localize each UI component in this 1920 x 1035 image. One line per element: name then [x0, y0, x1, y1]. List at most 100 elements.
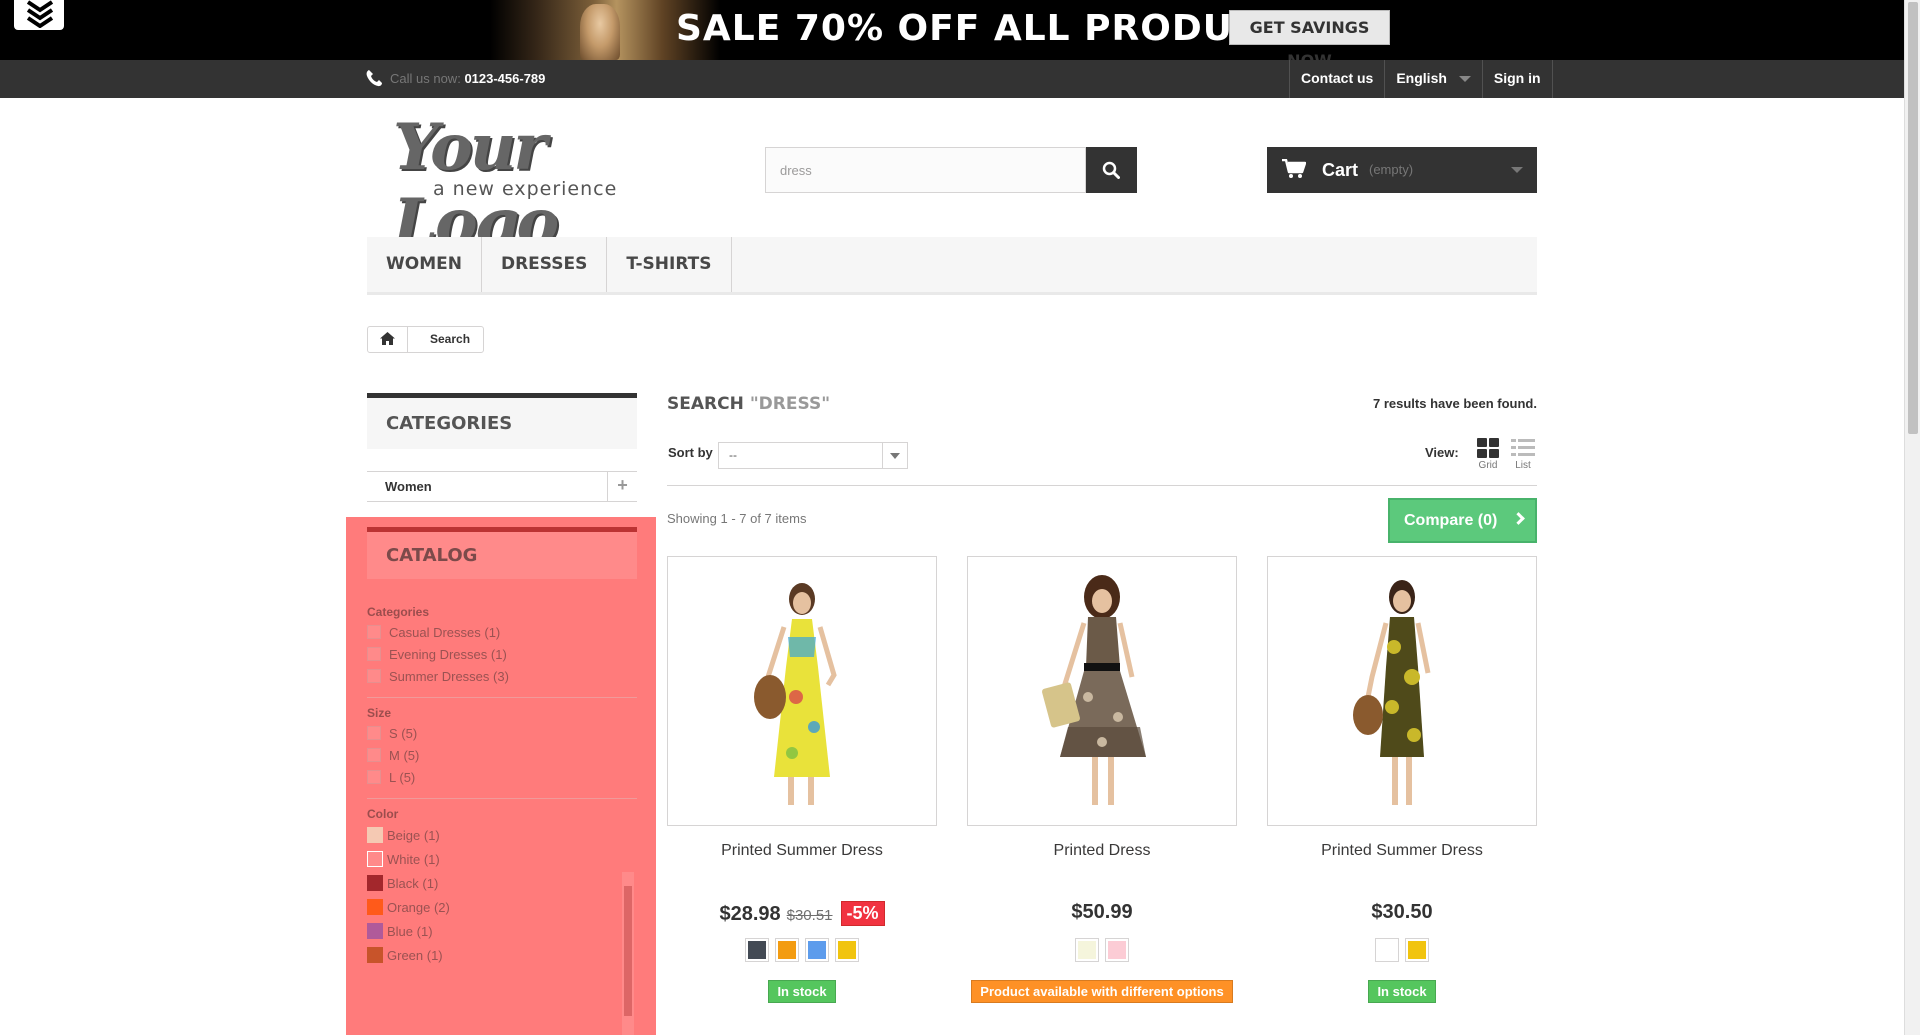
color-swatch[interactable]: [1075, 938, 1099, 962]
product-card[interactable]: Printed Dress $50.99 Product available w…: [967, 556, 1237, 1003]
breadcrumb-home[interactable]: [368, 327, 408, 352]
filter-group-size: Size: [367, 706, 392, 720]
color-swatch[interactable]: [367, 827, 383, 843]
color-swatch[interactable]: [367, 923, 383, 939]
filter-color-beige[interactable]: Beige (1): [367, 826, 440, 846]
sort-select[interactable]: --: [718, 442, 908, 469]
product-image[interactable]: [1267, 556, 1537, 826]
filter-size-l[interactable]: L (5): [367, 768, 415, 788]
product-card[interactable]: Printed Summer Dress $28.98 $30.51 -5% In …: [667, 556, 937, 1003]
swatch-fill: [1108, 941, 1126, 959]
layers-icon: [27, 0, 53, 28]
color-swatch[interactable]: [775, 938, 799, 962]
language-selector[interactable]: English: [1384, 60, 1482, 98]
page-heading: Search "dress": [667, 394, 830, 414]
layers-widget[interactable]: [14, 0, 64, 30]
results-count: 7 results have been found.: [1373, 396, 1537, 411]
filter-color-green[interactable]: Green (1): [367, 946, 443, 966]
checkbox[interactable]: [367, 625, 381, 639]
filter-size-m[interactable]: M (5): [367, 746, 419, 766]
filter-color-black[interactable]: Black (1): [367, 874, 438, 894]
cart-status: (empty): [1369, 162, 1414, 177]
color-swatch[interactable]: [1375, 938, 1399, 962]
page-scrollbar[interactable]: [1904, 0, 1920, 1035]
checkbox[interactable]: [367, 770, 381, 784]
dress-model-image: [1353, 580, 1431, 805]
scrollbar-thumb[interactable]: [624, 886, 632, 1016]
menu-item-women[interactable]: Women: [367, 237, 482, 292]
color-swatch[interactable]: [835, 938, 859, 962]
view-list-button[interactable]: List: [1509, 438, 1537, 471]
get-savings-button[interactable]: GET SAVINGS NOW: [1229, 10, 1390, 60]
availability-badge: Product available with different options: [971, 980, 1233, 1003]
menu-item-dresses[interactable]: Dresses: [482, 237, 608, 292]
swatch-fill: [808, 941, 826, 959]
catalog-filters: Catalog Categories Casual Dresses (1) Ev…: [346, 517, 656, 1035]
dress-model-image: [1042, 575, 1146, 805]
product-color-swatches: [1267, 938, 1537, 962]
checkbox[interactable]: [367, 726, 381, 740]
expand-plus-icon[interactable]: +: [607, 472, 637, 501]
filter-evening-dresses[interactable]: Evening Dresses (1): [367, 645, 507, 665]
product-image[interactable]: [967, 556, 1237, 826]
product-price: $50.99: [1071, 901, 1133, 923]
product-name[interactable]: Printed Summer Dress: [1267, 842, 1537, 860]
product-image[interactable]: [667, 556, 937, 826]
filter-group-categories: Categories: [367, 605, 430, 619]
color-swatch[interactable]: [367, 899, 383, 915]
list-icon: [1511, 439, 1535, 456]
color-swatch[interactable]: [745, 938, 769, 962]
product-price-row: $28.98 $30.51 -5%: [667, 901, 937, 926]
promo-banner[interactable]: SALE 70% OFF ALL PRODUCTS GET SAVINGS NO…: [0, 0, 1904, 60]
color-swatch[interactable]: [367, 875, 383, 891]
banner-model-face: [580, 4, 620, 60]
filter-color-orange[interactable]: Orange (2): [367, 898, 450, 918]
search-button[interactable]: [1086, 147, 1137, 193]
availability: In stock: [1267, 980, 1537, 1003]
site-logo[interactable]: Your Logo a new experience: [388, 110, 678, 260]
search-query: "dress": [749, 394, 831, 414]
color-swatch[interactable]: [367, 851, 383, 867]
checkbox[interactable]: [367, 647, 381, 661]
catalog-title: Catalog: [367, 527, 637, 579]
color-swatch[interactable]: [1105, 938, 1129, 962]
heading-label: Search: [667, 394, 744, 414]
chevron-right-icon: [1512, 512, 1525, 525]
contact-us-link[interactable]: Contact us: [1289, 60, 1384, 98]
color-swatch[interactable]: [367, 947, 383, 963]
color-list-scrollbar[interactable]: [622, 872, 634, 1035]
product-old-price: $30.51: [786, 907, 833, 924]
filter-color-blue[interactable]: Blue (1): [367, 922, 433, 942]
product-name[interactable]: Printed Dress: [967, 842, 1237, 860]
product-price: $28.98: [719, 903, 781, 925]
language-label: English: [1396, 70, 1447, 86]
filter-casual-dresses[interactable]: Casual Dresses (1): [367, 623, 500, 643]
product-name[interactable]: Printed Summer Dress: [667, 842, 937, 860]
filter-summer-dresses[interactable]: Summer Dresses (3): [367, 667, 509, 687]
menu-item-tshirts[interactable]: T-shirts: [607, 237, 732, 292]
filter-size-s[interactable]: S (5): [367, 724, 417, 744]
category-label: Women: [385, 479, 432, 494]
header-links: Contact us English Sign in: [1289, 60, 1553, 98]
product-card[interactable]: Printed Summer Dress $30.50 In stock: [1267, 556, 1537, 1003]
call-us-label: Call us now:: [390, 71, 461, 86]
sign-in-link[interactable]: Sign in: [1481, 60, 1553, 98]
filter-label: S (5): [389, 726, 418, 741]
view-label: View:: [1425, 445, 1459, 460]
view-grid-button[interactable]: Grid: [1474, 438, 1502, 471]
checkbox[interactable]: [367, 748, 381, 762]
categories-title: Categories: [367, 393, 637, 449]
search-input[interactable]: [765, 147, 1086, 193]
filter-label: M (5): [389, 748, 420, 763]
scrollbar-thumb[interactable]: [1908, 2, 1918, 434]
compare-button[interactable]: Compare (0): [1388, 498, 1537, 543]
checkbox[interactable]: [367, 669, 381, 683]
product-price-row: $50.99: [967, 901, 1237, 924]
product-price-row: $30.50: [1267, 901, 1537, 924]
product-price: $30.50: [1371, 901, 1433, 923]
cart-dropdown[interactable]: Cart (empty): [1267, 147, 1537, 193]
category-item-women[interactable]: Women +: [367, 471, 637, 502]
color-swatch[interactable]: [1405, 938, 1429, 962]
color-swatch[interactable]: [805, 938, 829, 962]
filter-color-white[interactable]: White (1): [367, 850, 440, 870]
